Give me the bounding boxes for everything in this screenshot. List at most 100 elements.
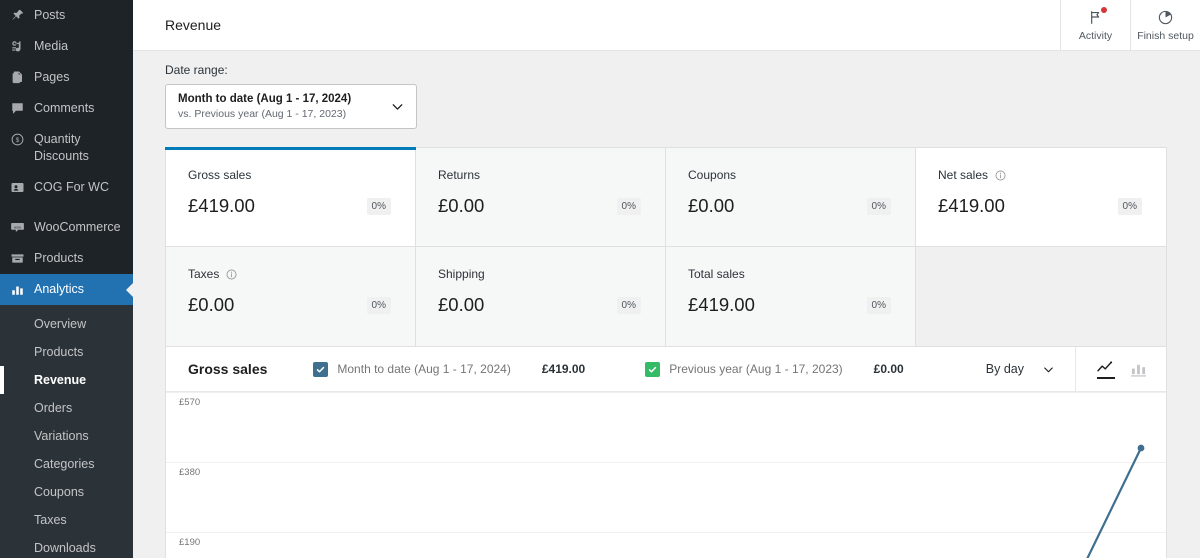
summary-card-row: £0.00 0% xyxy=(688,195,893,217)
chevron-down-icon xyxy=(389,98,406,115)
activity-button[interactable]: Activity xyxy=(1060,0,1130,51)
summary-card-returns[interactable]: Returns £0.00 0% xyxy=(416,148,666,247)
summary-card-delta: 0% xyxy=(616,197,641,215)
sidebar-item-products[interactable]: Products xyxy=(0,243,133,274)
pin-icon xyxy=(0,7,34,23)
summary-card-label: Coupons xyxy=(688,168,893,182)
sidebar-item-label: Pages xyxy=(34,70,70,84)
summary-card-value: £419.00 xyxy=(688,294,755,315)
sidebar-item-label: Comments xyxy=(34,101,95,115)
sidebar-item-label: Analytics xyxy=(34,282,85,296)
summary-card-net-sales[interactable]: Net sales £419.00 0% xyxy=(916,148,1166,247)
summary-card-value: £419.00 xyxy=(188,195,255,216)
sidebar-item-posts[interactable]: Posts xyxy=(0,0,133,31)
chart-controls: By day xyxy=(986,346,1166,392)
summary-label-text: Net sales xyxy=(938,168,989,182)
summary-card-label: Shipping xyxy=(438,267,643,281)
sidebar-item-label: WooCommerce xyxy=(34,220,121,234)
dollar-circle-icon: $ xyxy=(0,131,34,147)
submenu-item-categories[interactable]: Categories xyxy=(0,450,133,478)
sidebar-item-label: COG For WC xyxy=(34,180,109,194)
legend-checkbox-current[interactable] xyxy=(313,361,329,377)
line-chart-icon[interactable] xyxy=(1096,360,1115,379)
media-icon xyxy=(0,38,34,54)
submenu-item-revenue[interactable]: Revenue xyxy=(0,366,133,394)
sidebar-item-cog-for-wc[interactable]: COG For WC xyxy=(0,172,133,203)
legend-checkbox-previous[interactable] xyxy=(645,361,661,377)
sidebar-item-woocommerce[interactable]: woo WooCommerce xyxy=(0,212,133,243)
chart-plot-area: £570 £380 £190 xyxy=(166,392,1166,558)
summary-card-row: £419.00 0% xyxy=(688,294,893,316)
summary-card-label: Taxes xyxy=(188,267,393,281)
submenu-item-taxes[interactable]: Taxes xyxy=(0,506,133,534)
summary-card-gross-sales[interactable]: Gross sales £419.00 0% xyxy=(165,147,416,247)
summary-card-value: £419.00 xyxy=(938,195,1005,216)
interval-label: By day xyxy=(985,362,1024,376)
interval-dropdown[interactable]: By day xyxy=(986,362,1075,377)
submenu-item-downloads[interactable]: Downloads xyxy=(0,534,133,558)
sidebar-item-comments[interactable]: Comments xyxy=(0,93,133,124)
summary-card-value: £0.00 xyxy=(438,195,485,216)
sidebar-separator xyxy=(0,203,133,212)
user-card-icon xyxy=(0,179,34,195)
summary-label-text: Gross sales xyxy=(188,168,252,182)
info-icon[interactable] xyxy=(994,169,1007,182)
date-range-text: Month to date (Aug 1 - 17, 2024) vs. Pre… xyxy=(178,92,389,121)
summary-card-delta: 0% xyxy=(366,296,391,314)
svg-text:$: $ xyxy=(15,137,19,144)
date-range-picker[interactable]: Month to date (Aug 1 - 17, 2024) vs. Pre… xyxy=(165,84,417,129)
summary-cards: Gross sales £419.00 0% Returns £0.00 0% xyxy=(165,147,1167,347)
finish-setup-button[interactable]: Finish setup xyxy=(1130,0,1200,51)
summary-card-label: Returns xyxy=(438,168,643,182)
summary-label-text: Coupons xyxy=(688,168,737,182)
chart-header: Gross sales Month to date (Aug 1 - 17, 2… xyxy=(166,346,1166,392)
summary-card-total-sales[interactable]: Total sales £419.00 0% xyxy=(666,247,916,346)
submenu-item-variations[interactable]: Variations xyxy=(0,422,133,450)
info-icon[interactable] xyxy=(225,268,238,281)
summary-card-row: £0.00 0% xyxy=(188,294,393,316)
summary-label-text: Taxes xyxy=(188,267,220,281)
main-content: Revenue Activity Finish setup Date range… xyxy=(133,0,1200,558)
sidebar-item-quantity-discounts[interactable]: $ Quantity Discounts xyxy=(0,124,133,172)
admin-sidebar: Posts Media Pages Comments $ Quantity Di… xyxy=(0,0,133,558)
submenu-item-orders[interactable]: Orders xyxy=(0,394,133,422)
pages-icon xyxy=(0,69,34,85)
legend-label-previous: Previous year (Aug 1 - 17, 2023) xyxy=(669,362,843,376)
summary-card-shipping[interactable]: Shipping £0.00 0% xyxy=(416,247,666,346)
sidebar-item-pages[interactable]: Pages xyxy=(0,62,133,93)
sidebar-item-label: Quantity Discounts xyxy=(34,132,89,163)
chart-title: Gross sales xyxy=(188,361,268,377)
summary-card-value: £0.00 xyxy=(188,294,235,315)
header-actions: Activity Finish setup xyxy=(1060,0,1200,51)
summary-card-delta: 0% xyxy=(366,197,391,215)
date-range-label: Date range: xyxy=(165,63,228,77)
summary-card-taxes[interactable]: Taxes £0.00 0% xyxy=(166,247,416,346)
sidebar-item-label: Posts xyxy=(34,8,66,22)
sidebar-item-media[interactable]: Media xyxy=(0,31,133,62)
summary-card-value: £0.00 xyxy=(438,294,485,315)
chart-view-toggle xyxy=(1075,346,1166,392)
finish-setup-label: Finish setup xyxy=(1137,30,1194,42)
summary-label-text: Returns xyxy=(438,168,481,182)
submenu-item-coupons[interactable]: Coupons xyxy=(0,478,133,506)
summary-card-coupons[interactable]: Coupons £0.00 0% xyxy=(666,148,916,247)
chart-data-point-marker[interactable] xyxy=(166,392,1166,558)
summary-card-empty xyxy=(916,247,1166,346)
bar-chart-icon[interactable] xyxy=(1129,362,1148,377)
legend-item-current[interactable]: Month to date (Aug 1 - 17, 2024) £419.00 xyxy=(313,361,585,377)
sidebar-item-analytics[interactable]: Analytics xyxy=(0,274,133,305)
page-header: Revenue Activity Finish setup xyxy=(133,0,1200,51)
date-range-secondary: vs. Previous year (Aug 1 - 17, 2023) xyxy=(178,108,347,120)
sidebar-item-label: Products xyxy=(34,251,84,265)
date-range-primary: Month to date (Aug 1 - 17, 2024) xyxy=(178,93,352,105)
submenu-item-products[interactable]: Products xyxy=(0,338,133,366)
page-title: Revenue xyxy=(165,17,222,33)
submenu-item-overview[interactable]: Overview xyxy=(0,310,133,338)
analytics-page: Posts Media Pages Comments $ Quantity Di… xyxy=(0,0,1200,558)
legend-label-current: Month to date (Aug 1 - 17, 2024) xyxy=(337,362,511,376)
flag-icon xyxy=(1087,7,1107,27)
summary-card-row: £419.00 0% xyxy=(938,195,1144,217)
legend-item-previous[interactable]: Previous year (Aug 1 - 17, 2023) £0.00 xyxy=(645,361,904,377)
chevron-down-icon xyxy=(1041,362,1056,377)
summary-card-row: £419.00 0% xyxy=(188,195,393,217)
